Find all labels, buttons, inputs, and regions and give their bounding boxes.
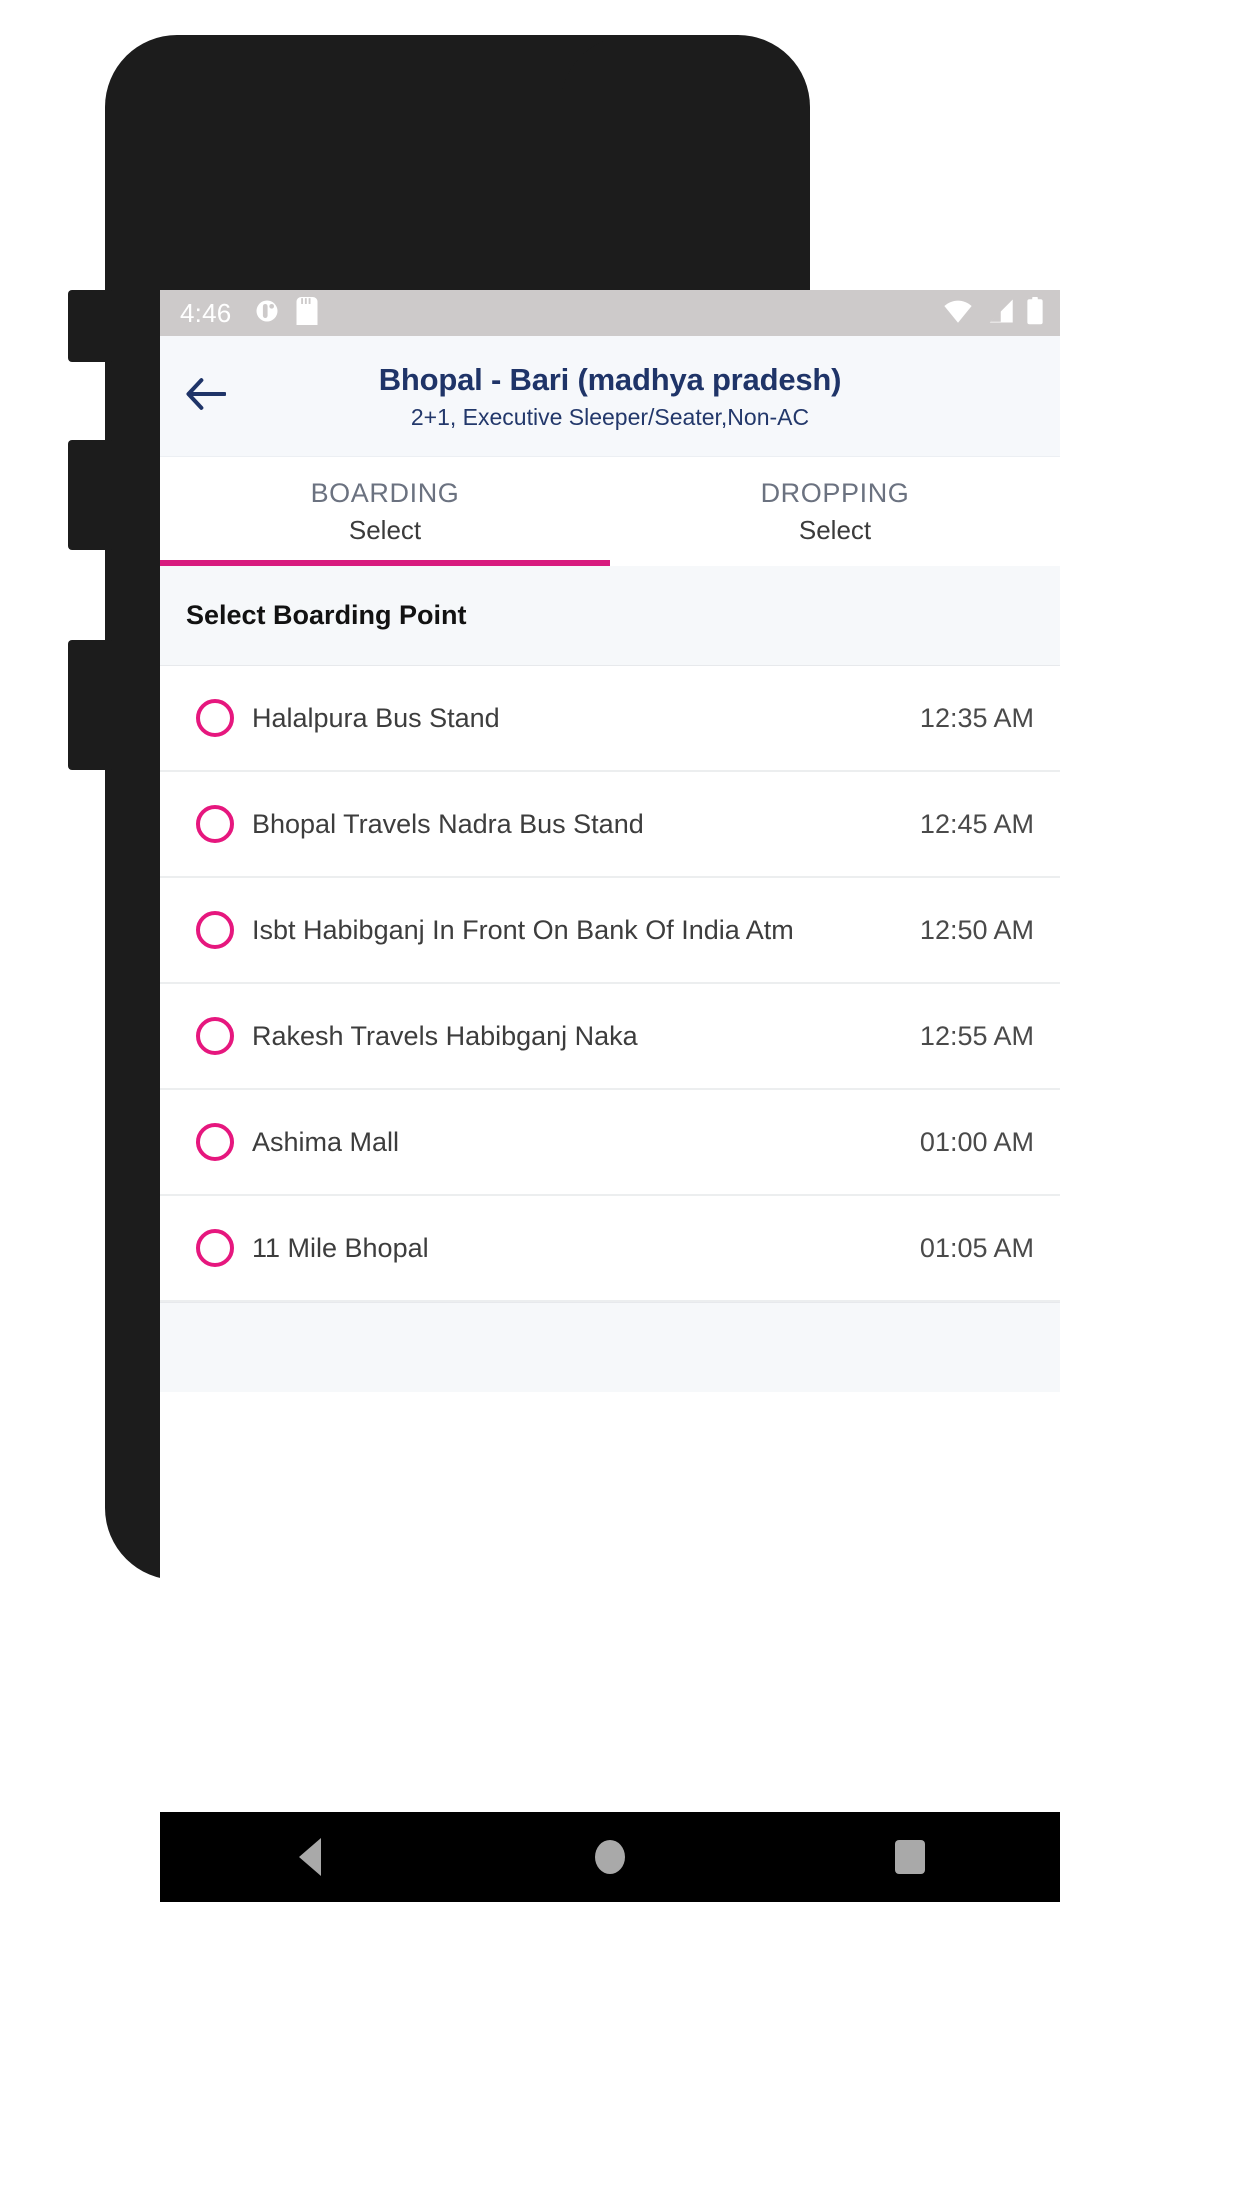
radio-button-icon[interactable]	[196, 911, 234, 949]
status-bar-clock: 4:46	[180, 297, 232, 328]
boarding-point-time: 12:45 AM	[919, 808, 1034, 839]
radio-button-icon[interactable]	[196, 1123, 234, 1161]
tab-boarding-label: BOARDING	[310, 477, 460, 508]
boarding-point-name: 11 Mile Bhopal	[252, 1232, 429, 1263]
boarding-point-name: Rakesh Travels Habibganj Naka	[252, 1020, 638, 1051]
list-item[interactable]: Ashima Mall 01:00 AM	[160, 1090, 1060, 1196]
radio-button-icon[interactable]	[196, 1017, 234, 1055]
list-item[interactable]: 11 Mile Bhopal 01:05 AM	[160, 1196, 1060, 1302]
cellular-signal-icon	[986, 298, 1014, 329]
nav-back-icon	[299, 1838, 321, 1876]
wifi-icon	[942, 298, 974, 329]
phone-screen: 4:46 Bhopal - Bari (madhya pradesh) 2+1,…	[160, 290, 1060, 1902]
radio-button-icon[interactable]	[196, 1229, 234, 1267]
battery-icon	[1026, 296, 1044, 330]
boarding-point-time: 12:35 AM	[919, 702, 1034, 733]
boarding-point-name: Halalpura Bus Stand	[252, 702, 500, 733]
list-item[interactable]: Bhopal Travels Nadra Bus Stand 12:45 AM	[160, 772, 1060, 878]
status-bar-left-icons	[253, 296, 319, 330]
tab-dropping-value: Select	[798, 514, 872, 545]
boarding-point-name: Ashima Mall	[252, 1126, 400, 1157]
section-header-title: Select Boarding Point	[186, 600, 467, 630]
phone-volume-down-button[interactable]	[68, 640, 114, 770]
tab-dropping[interactable]: DROPPING Select	[610, 457, 1060, 566]
section-header: Select Boarding Point	[160, 566, 1060, 666]
sd-card-icon	[295, 296, 319, 330]
boarding-point-time: 12:50 AM	[919, 914, 1034, 945]
list-footer-space	[160, 1302, 1060, 1392]
phone-volume-up-button[interactable]	[68, 440, 114, 550]
android-nav-bar	[160, 1812, 1060, 1902]
tab-boarding-value: Select	[348, 514, 422, 545]
back-button[interactable]	[178, 368, 234, 424]
page-subtitle: 2+1, Executive Sleeper/Seater,Non-AC	[410, 403, 810, 430]
radio-button-icon[interactable]	[196, 699, 234, 737]
boarding-point-time: 01:00 AM	[919, 1126, 1034, 1157]
nav-recents-icon	[895, 1840, 925, 1874]
status-bar-right-icons	[942, 296, 1044, 330]
android-debug-icon	[253, 297, 281, 330]
status-bar: 4:46	[160, 290, 1060, 336]
nav-back-button[interactable]	[250, 1812, 370, 1902]
boarding-point-time: 01:05 AM	[919, 1232, 1034, 1263]
list-item[interactable]: Rakesh Travels Habibganj Naka 12:55 AM	[160, 984, 1060, 1090]
nav-home-button[interactable]	[550, 1812, 670, 1902]
tab-dropping-label: DROPPING	[760, 477, 910, 508]
tab-boarding[interactable]: BOARDING Select	[160, 457, 610, 566]
phone-side-button-top[interactable]	[68, 290, 114, 362]
active-tab-indicator	[160, 560, 610, 566]
boarding-point-name: Bhopal Travels Nadra Bus Stand	[252, 808, 644, 839]
boarding-point-name: Isbt Habibganj In Front On Bank Of India…	[252, 914, 794, 945]
back-arrow-icon	[186, 377, 227, 415]
list-item[interactable]: Halalpura Bus Stand 12:35 AM	[160, 666, 1060, 772]
app-header: Bhopal - Bari (madhya pradesh) 2+1, Exec…	[160, 336, 1060, 456]
nav-recents-button[interactable]	[850, 1812, 970, 1902]
page-title: Bhopal - Bari (madhya pradesh)	[378, 361, 842, 397]
boarding-points-list[interactable]: Halalpura Bus Stand 12:35 AM Bhopal Trav…	[160, 666, 1060, 1812]
screenshot-root: 4:46 Bhopal - Bari (madhya pradesh) 2+1,…	[0, 0, 1242, 2208]
radio-button-icon[interactable]	[196, 805, 234, 843]
boarding-point-time: 12:55 AM	[919, 1020, 1034, 1051]
list-item[interactable]: Isbt Habibganj In Front On Bank Of India…	[160, 878, 1060, 984]
header-title-block: Bhopal - Bari (madhya pradesh) 2+1, Exec…	[160, 336, 1060, 456]
boarding-dropping-tabs: BOARDING Select DROPPING Select	[160, 456, 1060, 566]
nav-home-icon	[595, 1840, 625, 1874]
